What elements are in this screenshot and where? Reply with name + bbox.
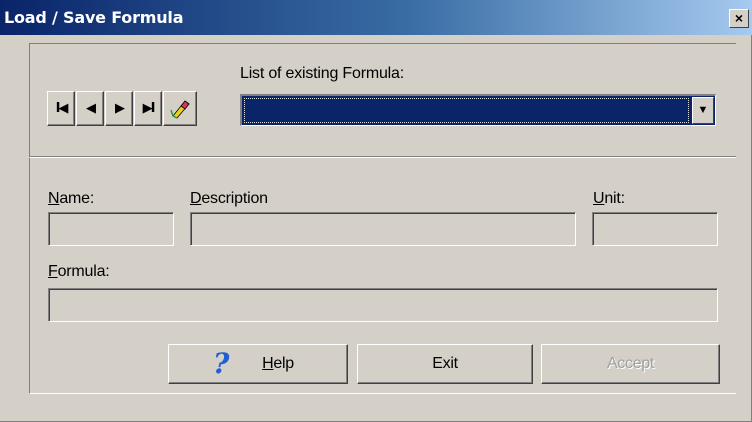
- last-record-button[interactable]: ▶I: [134, 91, 162, 126]
- help-button-label: Help: [262, 355, 294, 372]
- next-record-button[interactable]: ▶: [105, 91, 133, 126]
- name-field[interactable]: [48, 212, 174, 246]
- formula-list-selected-value: [244, 98, 689, 123]
- accept-button[interactable]: Accept: [541, 344, 720, 384]
- formula-list-dropdown[interactable]: ▼: [240, 94, 716, 126]
- unit-label: Unit:: [593, 190, 625, 207]
- formula-list-label: List of existing Formula:: [240, 65, 404, 82]
- dropdown-arrow-button[interactable]: ▼: [692, 97, 714, 124]
- question-mark-icon: ?: [213, 347, 230, 380]
- formula-label: Formula:: [48, 263, 110, 280]
- chevron-down-icon: ▼: [697, 104, 709, 116]
- exit-button-label: Exit: [432, 355, 458, 372]
- formula-field[interactable]: [48, 288, 718, 322]
- previous-record-button[interactable]: ◀: [76, 91, 104, 126]
- unit-field[interactable]: [592, 212, 718, 246]
- close-button[interactable]: ×: [729, 9, 749, 28]
- last-record-icon: ▶I: [142, 101, 156, 116]
- next-record-icon: ▶: [115, 101, 125, 116]
- load-save-formula-dialog: Load / Save Formula × List of existing F…: [0, 0, 752, 422]
- window-title: Load / Save Formula: [4, 8, 184, 27]
- description-field[interactable]: [190, 212, 576, 246]
- description-label: Description: [190, 190, 268, 207]
- close-icon: ×: [734, 10, 744, 26]
- first-record-icon: I◀: [55, 101, 69, 116]
- previous-record-icon: ◀: [86, 101, 96, 116]
- accept-button-label: Accept: [606, 355, 655, 372]
- first-record-button[interactable]: I◀: [47, 91, 75, 126]
- help-button[interactable]: ? Help: [168, 344, 348, 384]
- title-bar[interactable]: Load / Save Formula ×: [0, 0, 752, 35]
- edit-record-button[interactable]: [163, 91, 197, 126]
- pencil-eraser-icon: [170, 100, 190, 119]
- name-label: Name:: [48, 190, 95, 207]
- exit-button[interactable]: Exit: [357, 344, 533, 384]
